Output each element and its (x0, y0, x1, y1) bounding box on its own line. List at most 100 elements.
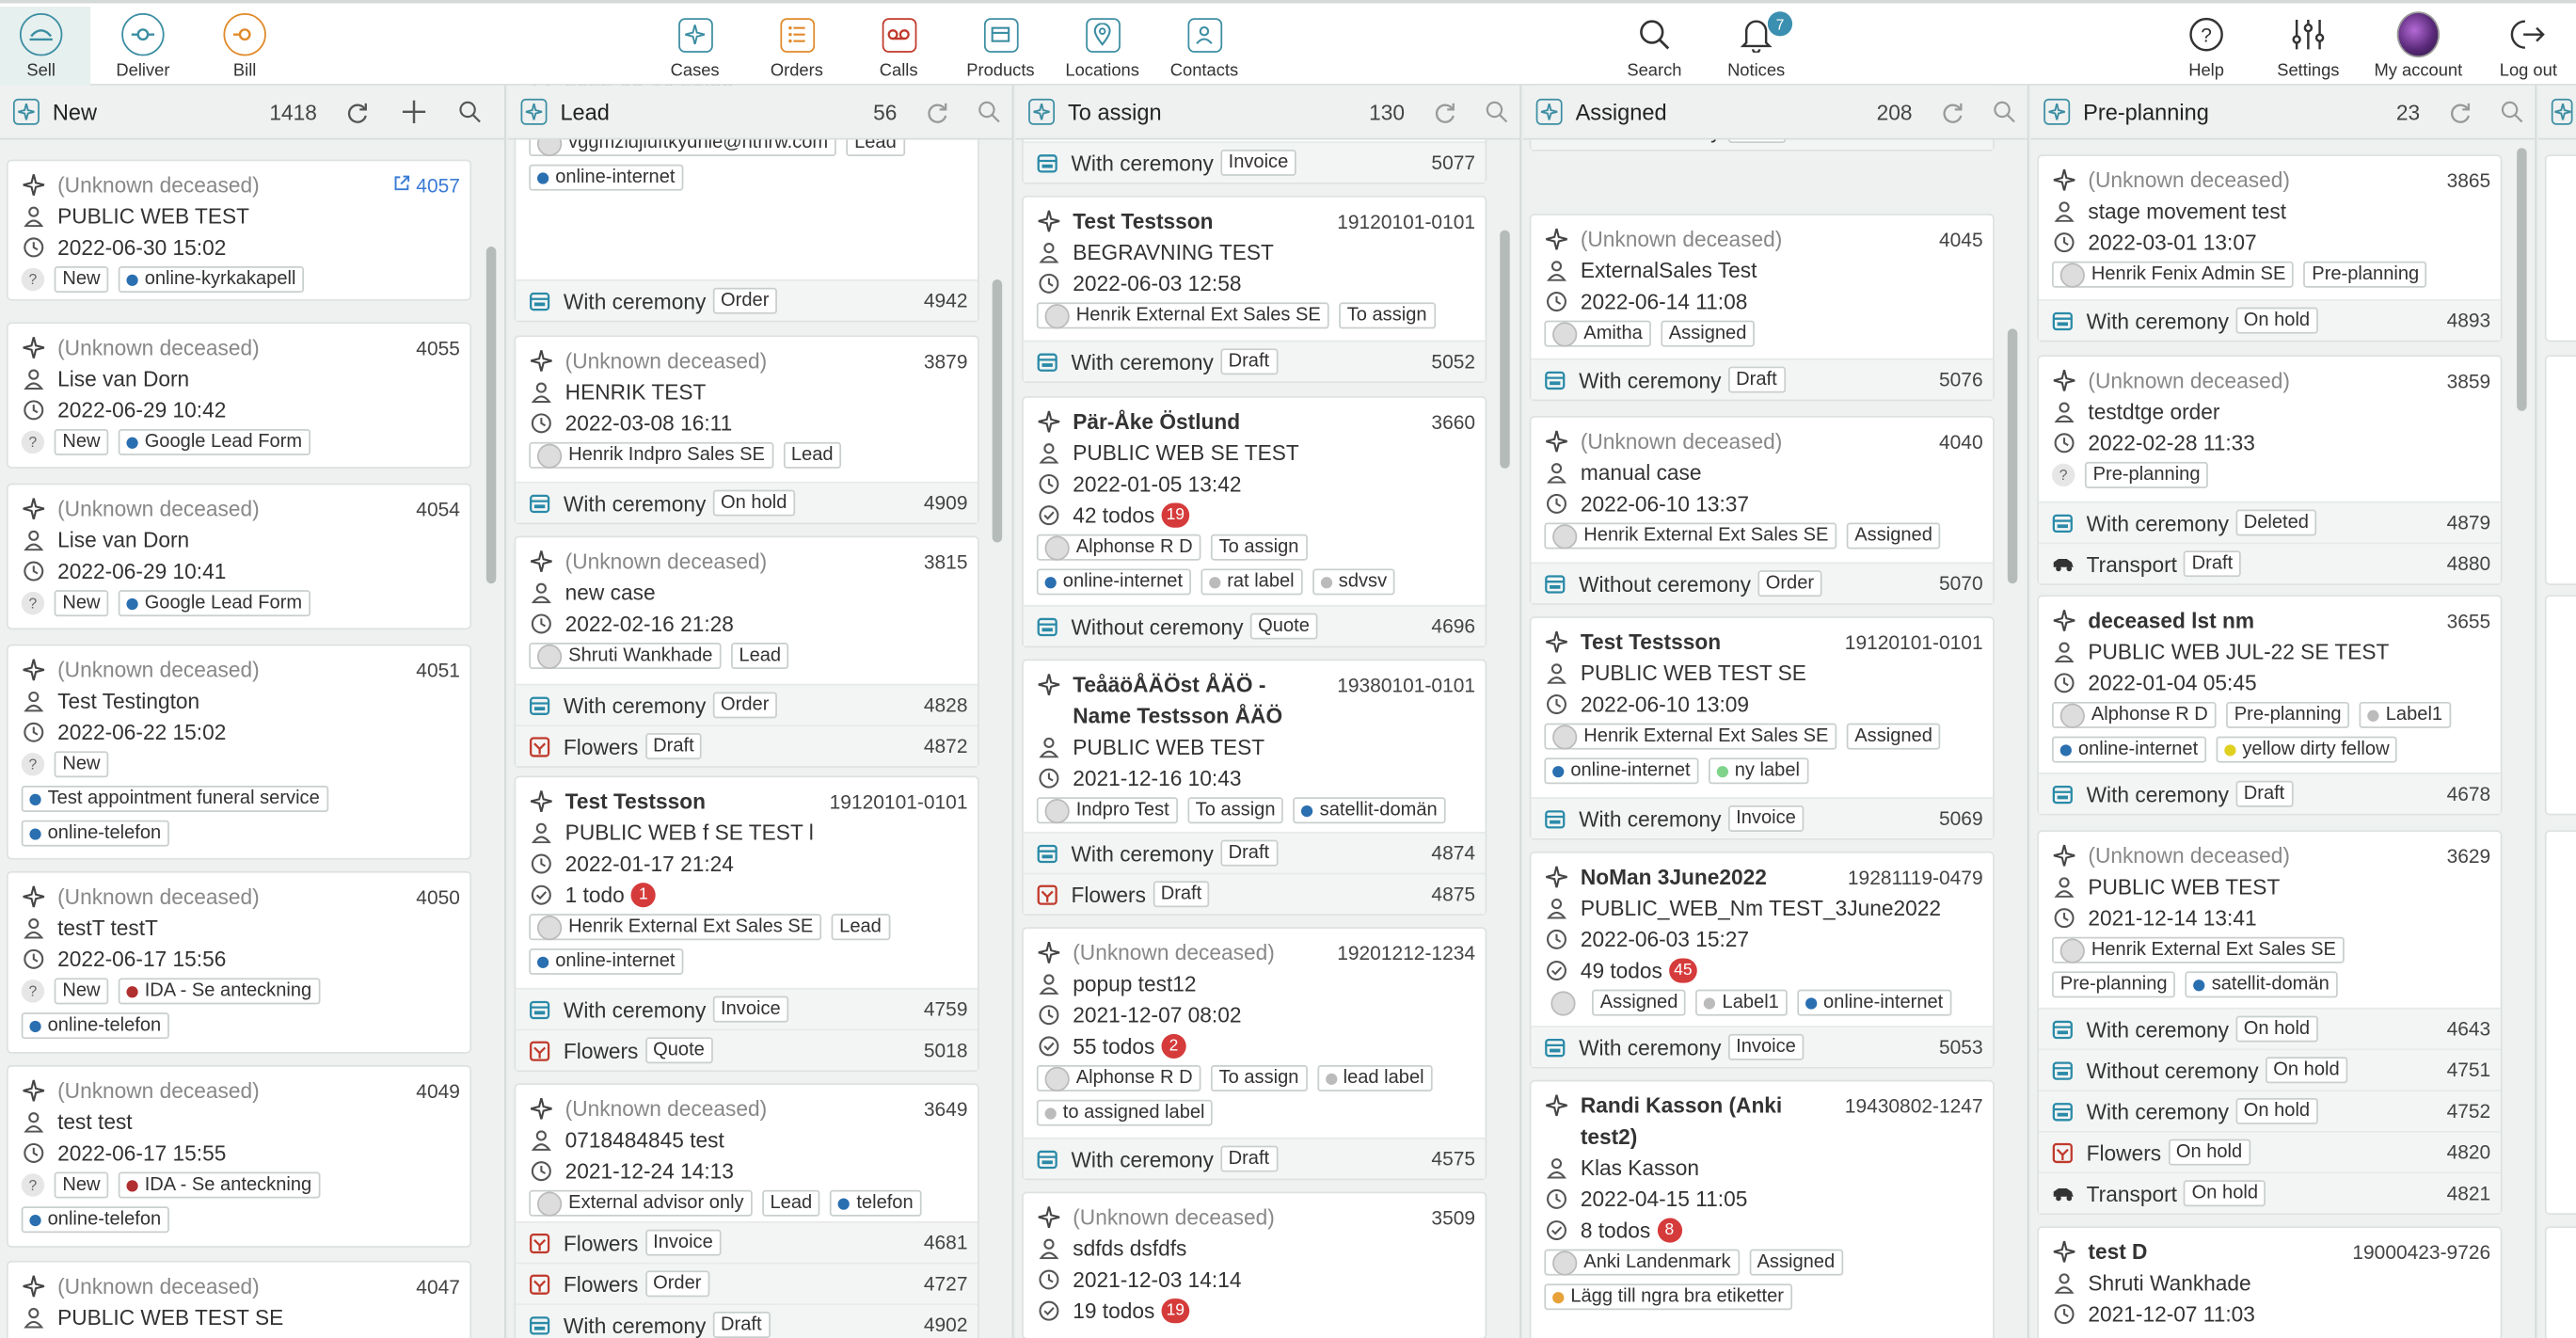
tag[interactable]: satellit-domän (1293, 797, 1446, 824)
case-card[interactable]: Randi Kasson (Anki test2) 19430802-1247 Kla… (1529, 1079, 1995, 1338)
order-row[interactable]: With ceremony Draft 5076 (1531, 358, 1994, 400)
order-row[interactable]: Without ceremony Order 5070 (1531, 562, 1994, 604)
case-id[interactable]: 19380101-0101 (1337, 674, 1475, 696)
tag[interactable]: IDA - Se anteckning (118, 1171, 320, 1199)
tag[interactable]: Henrik External Ext Sales SE (2051, 936, 2345, 964)
tag[interactable]: satellit-domän (2185, 971, 2338, 998)
case-card[interactable]: (Unknown deceased) 19201212-1234 popup tes… (1022, 927, 1487, 1181)
tag[interactable]: IDA - Se anteckning (118, 978, 320, 1005)
nav-deliver[interactable]: Deliver (94, 7, 193, 86)
case-card[interactable]: (Unknown deceased) 3859 testdtge order 2022… (2037, 355, 2503, 585)
case-id[interactable]: 4057 (392, 174, 460, 198)
order-row[interactable]: With ceremony Draft 4678 (2038, 773, 2501, 814)
tag[interactable]: online-internet (529, 164, 684, 191)
case-id[interactable]: 4049 (416, 1080, 460, 1103)
tag[interactable]: Shruti Wankhade (529, 643, 722, 670)
order-row[interactable]: With ceremony Order 4828 (516, 683, 978, 725)
order-row[interactable]: Flowers Draft 4872 (516, 725, 978, 767)
nav-log-out[interactable]: Log out (2479, 7, 2576, 86)
tag[interactable]: Henrik External Ext Sales SE (1544, 723, 1837, 750)
case-id[interactable]: 19120101-0101 (1337, 211, 1475, 233)
search-icon[interactable] (2499, 99, 2525, 125)
order-row[interactable]: With ceremony Draft 4575 (1023, 1137, 1486, 1179)
tag[interactable]: Lead (761, 1189, 820, 1217)
case-card[interactable]: (Unknown deceased) 3865 stage movement tes… (2037, 154, 2503, 342)
case-card[interactable]: Test Testsson 19120101-0101 PUBLIC WEB f S… (514, 775, 979, 1072)
case-id[interactable]: 3629 (2447, 845, 2491, 868)
tag[interactable]: online-kyrkakapell (118, 266, 305, 293)
case-id[interactable]: 4051 (416, 660, 460, 682)
case-id[interactable]: 3879 (924, 350, 968, 373)
case-card[interactable]: deceased lst nm 3655 PUBLIC WEB JUL-22 SE … (2037, 595, 2503, 816)
tag[interactable]: Henrik Fenix Admin SE (2051, 261, 2295, 288)
tag[interactable]: To assign (1338, 302, 1436, 329)
case-id[interactable]: 3649 (924, 1098, 968, 1121)
nav-settings[interactable]: Settings (2259, 7, 2358, 86)
case-id[interactable]: 4054 (416, 498, 460, 520)
order-row[interactable]: Flowers Draft 4875 (1023, 872, 1486, 915)
tag[interactable]: Lead (783, 441, 842, 469)
case-card[interactable]: (Unknown deceased) 3879 HENRIK TEST 2022-03… (514, 335, 979, 525)
order-row[interactable]: Transport On hold 4821 (2038, 1171, 2501, 1214)
tag[interactable]: Alphonse R D (1036, 1065, 1201, 1091)
tag[interactable]: online-internet (529, 948, 684, 975)
tag[interactable]: Label1 (1695, 989, 1788, 1016)
case-id[interactable]: 3660 (1431, 411, 1475, 434)
case-card[interactable]: (Unknown deceased) 3815 new case 2022-02-16… (514, 535, 979, 768)
tag[interactable]: online-internet (1544, 757, 1699, 785)
tag[interactable]: New (54, 590, 109, 617)
column-scrollbar[interactable] (485, 247, 497, 584)
tag[interactable]: ny label (1708, 757, 1808, 785)
tag[interactable]: Assigned (1846, 522, 1941, 550)
case-card[interactable]: (Unknown deceased) 3509 sdfds dsfdfs 2021-1… (1022, 1191, 1487, 1338)
tag[interactable]: New (54, 266, 109, 293)
nav-products[interactable]: Products (951, 7, 1050, 86)
case-id[interactable]: 19430802-1247 (1845, 1094, 1983, 1117)
column-scrollbar[interactable] (2517, 148, 2527, 411)
order-row[interactable]: With ceremony Invoice 5069 (1531, 797, 1994, 838)
tag[interactable]: Assigned (1661, 320, 1756, 347)
tag[interactable]: Label1 (2359, 701, 2451, 728)
tag[interactable]: rat label (1201, 568, 1303, 596)
tag[interactable]: Henrik Indpro Sales SE (529, 441, 773, 469)
case-card[interactable]: Pär-Åke Östlund 3660 PUBLIC WEB SE TEST 202… (1022, 396, 1487, 648)
order-row[interactable]: Flowers Quote 5018 (516, 1028, 978, 1071)
case-id[interactable]: 4050 (416, 886, 460, 909)
column-scrollbar[interactable] (1500, 230, 1510, 469)
order-row[interactable]: With ceremony Invoice 5053 (1531, 1026, 1994, 1067)
nav-bill[interactable]: Bill (196, 7, 294, 86)
case-id[interactable]: 3859 (2447, 370, 2491, 392)
tag[interactable]: To assign (1186, 797, 1284, 824)
tag[interactable]: Pre-planning (2051, 971, 2176, 998)
nav-sell[interactable]: Sell (0, 6, 91, 86)
order-row[interactable]: Flowers Invoice 4681 (516, 1220, 978, 1263)
order-row[interactable]: With ceremony On hold 4893 (2038, 298, 2501, 341)
tag[interactable]: New (54, 751, 109, 778)
case-id[interactable]: 3815 (924, 550, 968, 573)
case-card[interactable]: Test Testsson 19120101-0101 PUBLIC WEB TES… (1529, 616, 1995, 840)
nav-calls[interactable]: Calls (850, 7, 948, 86)
order-row[interactable]: With ceremony Invoice 5077 (1023, 141, 1486, 183)
case-id[interactable]: 3655 (2447, 610, 2491, 632)
order-row[interactable]: Transport Draft 4880 (2038, 542, 2501, 584)
tag[interactable]: Anki Landenmark (1544, 1249, 1740, 1276)
case-card[interactable]: (Unknown deceased) 4050 testT testT 2022-06… (6, 870, 472, 1054)
case-card[interactable]: (Unknown deceased) 4047 PUBLIC WEB TEST SE (6, 1260, 472, 1338)
nav-my-account[interactable]: My account (2369, 7, 2468, 86)
tag[interactable] (1544, 989, 1582, 1016)
tag[interactable]: Pre-planning (2303, 261, 2427, 288)
order-row[interactable]: With ceremony Draft 4902 (516, 1303, 978, 1338)
tag[interactable]: New (54, 1171, 109, 1199)
tag[interactable]: Pre-planning (2226, 701, 2350, 728)
case-card[interactable] (2544, 154, 2576, 342)
nav-help[interactable]: ? Help (2157, 7, 2256, 86)
tag[interactable]: Assigned (1846, 723, 1941, 750)
nav-locations[interactable]: Locations (1053, 7, 1152, 86)
order-row[interactable]: With ceremony On hold 4643 (2038, 1007, 2501, 1049)
case-id[interactable]: 19201212-1234 (1337, 942, 1475, 964)
tag[interactable]: To assign (1210, 1065, 1308, 1091)
nav-orders[interactable]: Orders (748, 7, 847, 86)
case-id[interactable]: 4040 (1939, 431, 1983, 454)
tag[interactable]: External advisor only (529, 1189, 753, 1217)
order-row[interactable]: Flowers On hold 4820 (2038, 1130, 2501, 1172)
